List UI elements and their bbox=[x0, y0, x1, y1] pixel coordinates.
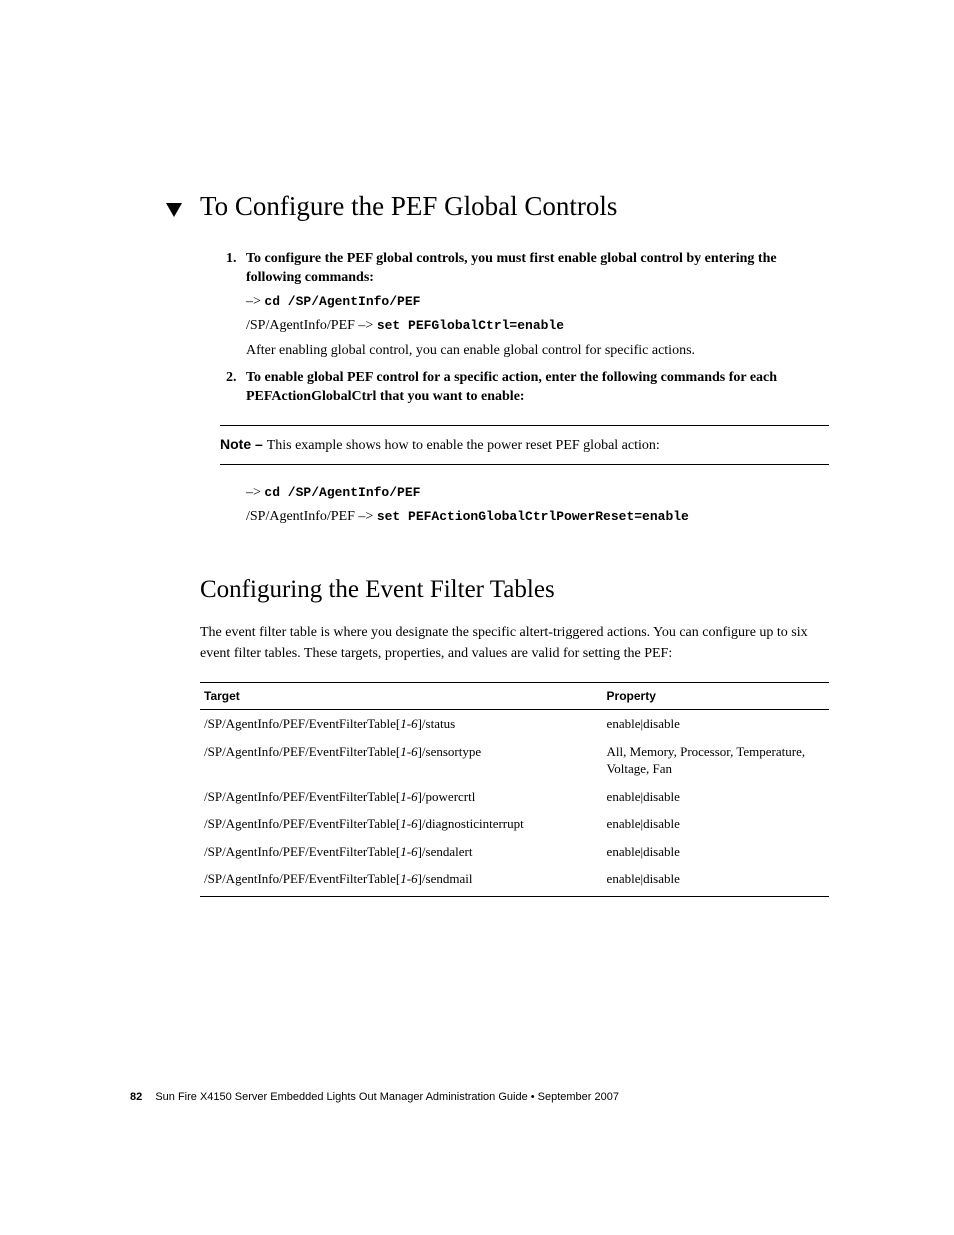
example-cmd1-line: –> cd /SP/AgentInfo/PEF bbox=[246, 483, 829, 503]
table-row: /SP/AgentInfo/PEF/EventFilterTable[1-6]/… bbox=[200, 783, 829, 811]
triangle-down-icon bbox=[166, 190, 200, 222]
th-property: Property bbox=[603, 683, 829, 710]
table-row: /SP/AgentInfo/PEF/EventFilterTable[1-6]/… bbox=[200, 838, 829, 866]
step-1-cmd2-line: /SP/AgentInfo/PEF –> set PEFGlobalCtrl=e… bbox=[246, 316, 829, 336]
cell-target: /SP/AgentInfo/PEF/EventFilterTable[1-6]/… bbox=[200, 810, 603, 838]
section-heading: To Configure the PEF Global Controls bbox=[200, 190, 829, 222]
subsection-intro: The event filter table is where you desi… bbox=[200, 623, 829, 664]
note-text: This example shows how to enable the pow… bbox=[267, 438, 660, 453]
th-target: Target bbox=[200, 683, 603, 710]
table-row: /SP/AgentInfo/PEF/EventFilterTable[1-6]/… bbox=[200, 738, 829, 783]
step-1-path: /SP/AgentInfo/PEF –> bbox=[246, 318, 377, 333]
table-row: /SP/AgentInfo/PEF/EventFilterTable[1-6]/… bbox=[200, 710, 829, 738]
heading-text: To Configure the PEF Global Controls bbox=[200, 191, 617, 221]
step-1-cmd2: set PEFGlobalCtrl=enable bbox=[377, 318, 564, 333]
step-2: To enable global PEF control for a speci… bbox=[226, 369, 829, 407]
page-number: 82 bbox=[130, 1091, 142, 1103]
cell-property: All, Memory, Processor, Temperature, Vol… bbox=[603, 738, 829, 783]
step-1: To configure the PEF global controls, yo… bbox=[226, 250, 829, 361]
footer-title: Sun Fire X4150 Server Embedded Lights Ou… bbox=[155, 1091, 619, 1103]
step-2-text: To enable global PEF control for a speci… bbox=[246, 369, 829, 407]
cell-property: enable|disable bbox=[603, 783, 829, 811]
table-row: /SP/AgentInfo/PEF/EventFilterTable[1-6]/… bbox=[200, 810, 829, 838]
table-body: /SP/AgentInfo/PEF/EventFilterTable[1-6]/… bbox=[200, 710, 829, 897]
cell-property: enable|disable bbox=[603, 865, 829, 896]
step-1-after: After enabling global control, you can e… bbox=[246, 341, 829, 361]
cell-target: /SP/AgentInfo/PEF/EventFilterTable[1-6]/… bbox=[200, 710, 603, 738]
step-1-text: To configure the PEF global controls, yo… bbox=[246, 250, 829, 288]
step-1-cmd-line: –> cd /SP/AgentInfo/PEF bbox=[246, 292, 829, 312]
table-header-row: Target Property bbox=[200, 683, 829, 710]
page-content: To Configure the PEF Global Controls To … bbox=[0, 0, 954, 897]
example-path: /SP/AgentInfo/PEF –> bbox=[246, 509, 377, 524]
cell-target: /SP/AgentInfo/PEF/EventFilterTable[1-6]/… bbox=[200, 783, 603, 811]
example-cmd1: cd /SP/AgentInfo/PEF bbox=[264, 485, 420, 500]
cell-target: /SP/AgentInfo/PEF/EventFilterTable[1-6]/… bbox=[200, 865, 603, 896]
example-cmd2: set PEFActionGlobalCtrlPowerReset=enable bbox=[377, 509, 689, 524]
step-1-cmd: cd /SP/AgentInfo/PEF bbox=[264, 294, 420, 309]
properties-table: Target Property /SP/AgentInfo/PEF/EventF… bbox=[200, 682, 829, 897]
note-label: Note – bbox=[220, 436, 267, 452]
prompt-arrow-2: –> bbox=[246, 485, 264, 500]
cell-target: /SP/AgentInfo/PEF/EventFilterTable[1-6]/… bbox=[200, 838, 603, 866]
cell-property: enable|disable bbox=[603, 810, 829, 838]
cell-property: enable|disable bbox=[603, 838, 829, 866]
prompt-arrow: –> bbox=[246, 294, 264, 309]
note-box: Note – This example shows how to enable … bbox=[220, 425, 829, 465]
cell-target: /SP/AgentInfo/PEF/EventFilterTable[1-6]/… bbox=[200, 738, 603, 783]
steps-list: To configure the PEF global controls, yo… bbox=[226, 250, 829, 406]
table-row: /SP/AgentInfo/PEF/EventFilterTable[1-6]/… bbox=[200, 865, 829, 896]
example-cmd2-line: /SP/AgentInfo/PEF –> set PEFActionGlobal… bbox=[246, 507, 829, 527]
example-block: –> cd /SP/AgentInfo/PEF /SP/AgentInfo/PE… bbox=[246, 483, 829, 528]
cell-property: enable|disable bbox=[603, 710, 829, 738]
subsection-heading: Configuring the Event Filter Tables bbox=[200, 575, 829, 605]
page-footer: 82 Sun Fire X4150 Server Embedded Lights… bbox=[130, 1091, 619, 1103]
